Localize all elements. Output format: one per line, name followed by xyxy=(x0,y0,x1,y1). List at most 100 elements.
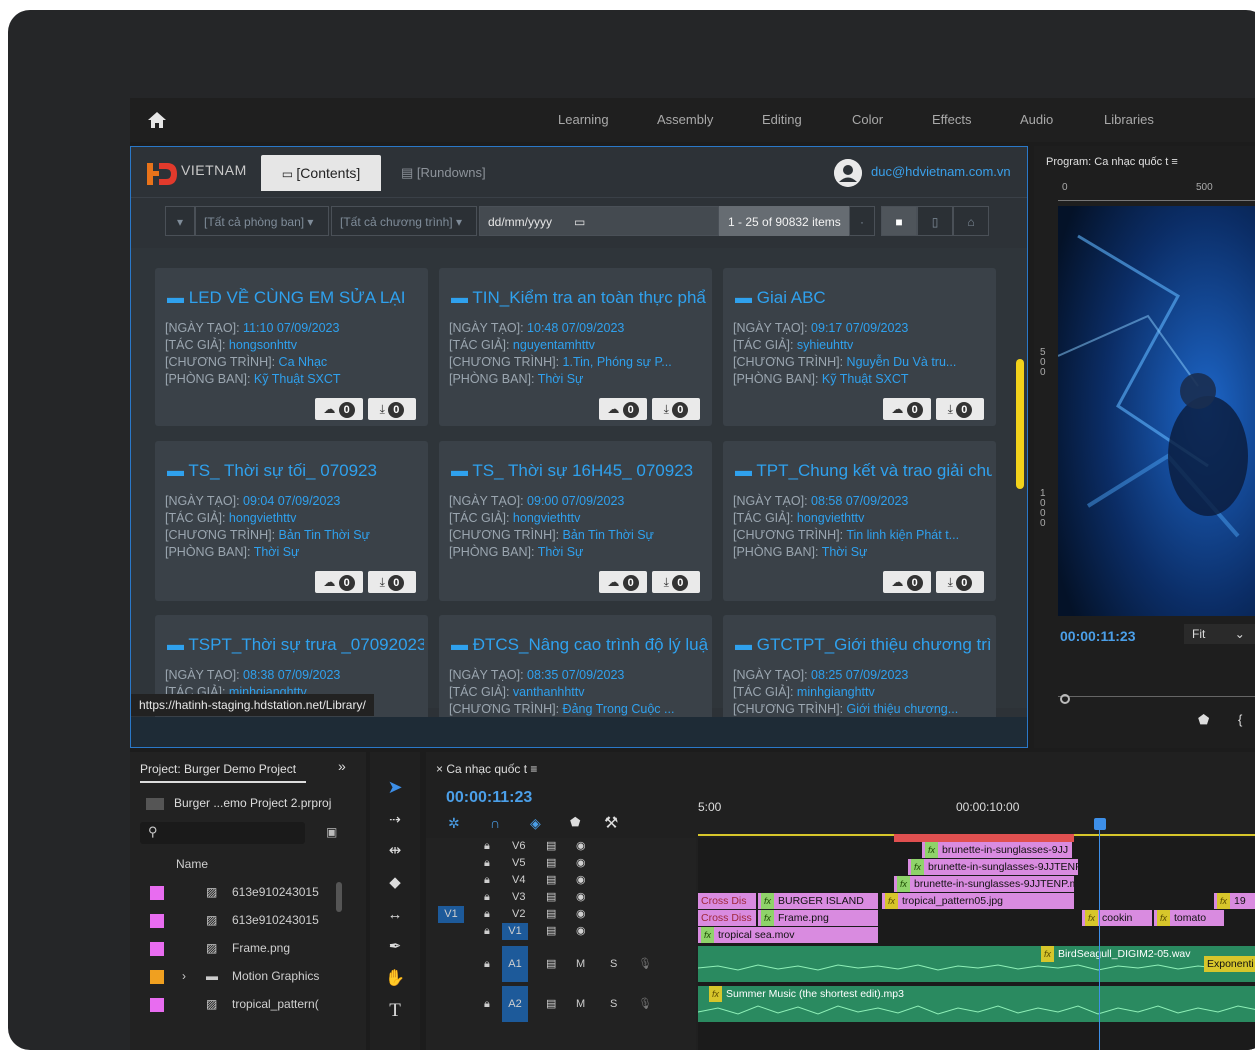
eye-icon[interactable]: ◉ xyxy=(576,923,586,940)
project-search-input[interactable]: ⚲ xyxy=(140,822,305,844)
audio-clip-a2[interactable]: fx Summer Music (the shortest edit).mp3 xyxy=(698,986,1255,1022)
program-monitor-title[interactable]: Program: Ca nhạc quốc t ≡ xyxy=(1046,156,1178,168)
scrubber-handle[interactable] xyxy=(1060,694,1070,704)
sync-icon[interactable]: ▤ xyxy=(546,946,556,982)
cloud-count-button[interactable]: ☁ 0 xyxy=(315,571,363,593)
content-card[interactable]: ▬ GTCTPT_Giới thiệu chương trìn [NGÀY TẠ… xyxy=(723,615,996,725)
type-tool-icon[interactable]: T xyxy=(370,996,420,1026)
sync-icon[interactable]: ▤ xyxy=(546,889,556,906)
eye-icon[interactable]: ◉ xyxy=(576,855,586,872)
playhead-handle[interactable] xyxy=(1094,818,1106,830)
track-label-v1[interactable]: V1 xyxy=(502,923,528,940)
clip-tomato[interactable]: fx tomato xyxy=(1154,910,1224,926)
clip-brunette-v5[interactable]: fx brunette-in-sunglasses-9JJTENP xyxy=(908,859,1078,875)
download-count-button[interactable]: ⤓ 0 xyxy=(936,398,984,420)
razor-tool-icon[interactable]: ◆ xyxy=(370,868,420,898)
sync-icon[interactable]: ▤ xyxy=(546,906,556,923)
download-count-button[interactable]: ⤓ 0 xyxy=(368,571,416,593)
content-card[interactable]: ▬ Giai ABC [NGÀY TẠO]: 09:17 07/09/2023 … xyxy=(723,268,996,426)
project-scrollbar[interactable] xyxy=(336,882,342,912)
add-marker-icon[interactable]: ⬟ xyxy=(1198,712,1209,728)
page-caret-button[interactable]: · xyxy=(849,206,875,236)
microphone-icon[interactable]: 🎙︎ xyxy=(638,986,652,1022)
tab-rundowns[interactable]: ▤ [Rundowns] xyxy=(401,155,486,191)
workspace-tab-assembly[interactable]: Assembly xyxy=(657,98,713,142)
selection-tool-icon[interactable]: ➤ xyxy=(370,772,420,802)
content-card[interactable]: ▬ TS_ Thời sự 16H45_ 070923 [NGÀY TẠO]: … xyxy=(439,441,712,601)
track-select-tool-icon[interactable]: ⇢ xyxy=(370,804,420,834)
solo-button[interactable]: S xyxy=(610,986,617,1022)
solo-button[interactable]: S xyxy=(610,946,617,982)
cloud-count-button[interactable]: ☁ 0 xyxy=(599,571,647,593)
sync-icon[interactable]: ▤ xyxy=(546,838,556,855)
add-marker-icon[interactable]: ⬟ xyxy=(570,815,580,829)
track-label-a2[interactable]: A2 xyxy=(502,986,528,1022)
snap-icon[interactable]: ✲ xyxy=(448,815,460,832)
workspace-tab-audio[interactable]: Audio xyxy=(1020,98,1053,142)
timeline-tab[interactable]: × Ca nhạc quốc t ≡ xyxy=(436,762,537,776)
magnet-icon[interactable]: ∩ xyxy=(490,815,500,831)
content-card[interactable]: ▬ TS_ Thời sự tối_ 070923 [NGÀY TẠO]: 09… xyxy=(155,441,428,601)
project-item[interactable]: ▨ 613e910243015 xyxy=(130,878,366,906)
panel-overflow-icon[interactable]: » xyxy=(338,758,346,774)
wrench-icon[interactable]: ⚒ xyxy=(604,813,618,833)
content-card[interactable]: ▬ TPT_Chung kết và trao giải chu [NGÀY T… xyxy=(723,441,996,601)
workspace-tab-learning[interactable]: Learning xyxy=(558,98,609,142)
lock-icon[interactable]: 🔒︎ xyxy=(484,946,490,982)
name-column-header[interactable]: Name xyxy=(140,850,336,878)
download-count-button[interactable]: ⤓ 0 xyxy=(368,398,416,420)
content-card[interactable]: ▬ TIN_Kiểm tra an toàn thực phẩ [NGÀY TẠ… xyxy=(439,268,712,426)
cloud-count-button[interactable]: ☁ 0 xyxy=(883,571,931,593)
sync-icon[interactable]: ▤ xyxy=(546,923,556,940)
sync-icon[interactable]: ▤ xyxy=(546,986,556,1022)
clip-red-top[interactable] xyxy=(894,834,1074,842)
filter-dropdown-button[interactable]: ▾ xyxy=(165,206,195,236)
eye-icon[interactable]: ◉ xyxy=(576,872,586,889)
slip-tool-icon[interactable]: ↔ xyxy=(370,900,420,930)
clip-cookin[interactable]: fx cookin xyxy=(1082,910,1152,926)
user-email-link[interactable]: duc@hdvietnam.com.vn xyxy=(871,164,1011,179)
project-item[interactable]: ▨ Frame.png xyxy=(130,934,366,962)
user-avatar-icon[interactable] xyxy=(834,159,862,187)
file-view-button[interactable]: ▯ xyxy=(917,206,953,236)
audio-clip-a1[interactable]: fx BirdSeagull_DIGIM2-05.wav xyxy=(698,946,1255,982)
sync-icon[interactable]: ▤ xyxy=(546,855,556,872)
clip-tropical-sea[interactable]: fx tropical sea.mov xyxy=(698,927,878,943)
lock-icon[interactable]: 🔒︎ xyxy=(484,986,490,1022)
download-count-button[interactable]: ⤓ 0 xyxy=(936,571,984,593)
close-icon[interactable]: × xyxy=(436,762,446,776)
pen-tool-icon[interactable]: ✒ xyxy=(370,932,420,962)
workspace-tab-libraries[interactable]: Libraries xyxy=(1104,98,1154,142)
archive-view-button[interactable]: ⌂ xyxy=(953,206,989,236)
cloud-count-button[interactable]: ☁ 0 xyxy=(315,398,363,420)
cloud-count-button[interactable]: ☁ 0 xyxy=(883,398,931,420)
mark-in-icon[interactable]: { xyxy=(1238,712,1242,727)
clip-exponential-fade[interactable]: Exponenti xyxy=(1204,956,1255,972)
workspace-tab-editing[interactable]: Editing xyxy=(762,98,802,142)
project-item[interactable]: › ▬ Motion Graphics xyxy=(130,962,366,990)
playback-scrubber[interactable] xyxy=(1058,686,1255,697)
clip-nineteen[interactable]: fx 19 xyxy=(1214,893,1255,909)
download-count-button[interactable]: ⤓ 0 xyxy=(652,571,700,593)
lock-icon[interactable]: 🔒︎ xyxy=(484,923,490,940)
eye-icon[interactable]: ◉ xyxy=(576,906,586,923)
eye-icon[interactable]: ◉ xyxy=(576,889,586,906)
zoom-fit-select[interactable]: Fit ⌄ xyxy=(1184,624,1255,644)
mute-button[interactable]: M xyxy=(576,946,585,982)
folder-view-button[interactable]: ■ xyxy=(881,206,917,236)
eye-icon[interactable]: ◉ xyxy=(576,838,586,855)
lock-icon[interactable]: 🔒︎ xyxy=(484,906,490,923)
content-card[interactable]: ▬ LED VỀ CÙNG EM SỬA LẠI [NGÀY TẠO]: 11:… xyxy=(155,268,428,426)
clip-tropical-pattern[interactable]: fx tropical_pattern05.jpg xyxy=(882,893,1074,909)
content-scrollbar[interactable] xyxy=(1016,359,1024,489)
linked-selection-icon[interactable]: ◈ xyxy=(530,815,541,832)
track-label-a1[interactable]: A1 xyxy=(502,946,528,982)
microphone-icon[interactable]: 🎙︎ xyxy=(638,946,652,982)
clip-burger-island[interactable]: fx BURGER ISLAND xyxy=(758,893,878,909)
clip-brunette-v6[interactable]: fx brunette-in-sunglasses-9JJ xyxy=(922,842,1072,858)
chevron-right-icon[interactable]: › xyxy=(182,962,186,990)
sync-icon[interactable]: ▤ xyxy=(546,872,556,889)
download-count-button[interactable]: ⤓ 0 xyxy=(652,398,700,420)
lock-icon[interactable]: 🔒︎ xyxy=(484,889,490,906)
content-card[interactable]: ▬ ĐTCS_Nâng cao trình độ lý luậ [NGÀY TẠ… xyxy=(439,615,712,725)
